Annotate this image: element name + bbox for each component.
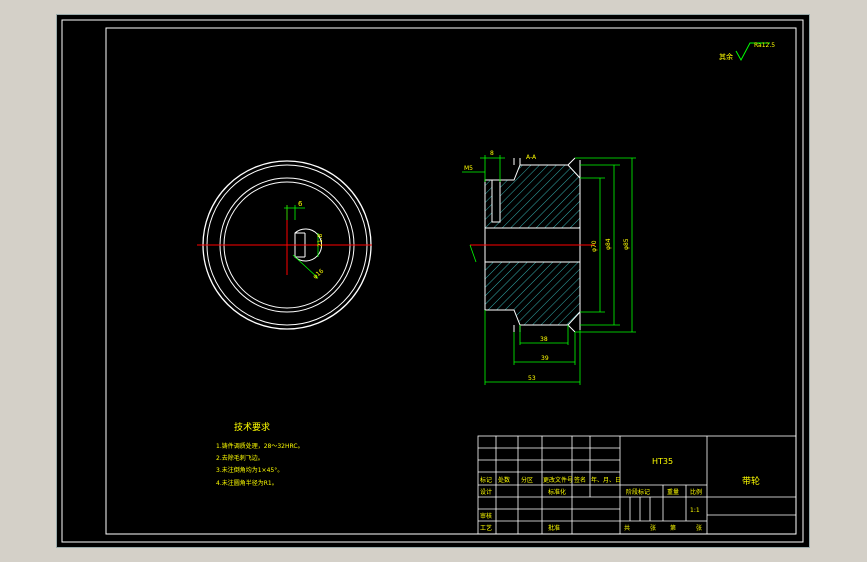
tb-scale-label: 比例	[690, 488, 702, 496]
tb-label: 更改文件号	[543, 476, 573, 484]
tb-process: 工艺	[480, 524, 492, 532]
tb-total: 共	[624, 524, 630, 532]
dim-key-width: 6	[298, 200, 303, 208]
tb-part-name: 带轮	[742, 475, 760, 487]
dim-m: M5	[464, 165, 473, 172]
tb-label: 处数	[498, 476, 510, 484]
tb-standardized: 标准化	[548, 488, 566, 496]
outer-frame	[61, 19, 804, 543]
dim-dia-70: φ70	[591, 240, 598, 252]
tb-scale: 1:1	[690, 507, 700, 514]
tech-item: 2.去除毛刺飞边。	[216, 454, 264, 462]
cad-canvas: 其余 Ra12.5 6 21.8 φ16 8 A-A M5 38 39 53 φ…	[61, 19, 804, 543]
dim-top-width: 8	[490, 150, 494, 157]
tb-label: 年、月、日	[591, 476, 621, 484]
tb-unit2: 张	[696, 524, 702, 532]
front-view: 6 21.8 φ16	[197, 160, 372, 330]
tech-item: 4.未注圆角半径为R1。	[216, 479, 278, 487]
dim-hole: φ16	[312, 268, 326, 281]
tb-label: 签名	[574, 476, 586, 484]
tb-label: 标记	[480, 476, 492, 484]
dim-length-53: 53	[528, 375, 536, 382]
tech-title: 技术要求	[234, 421, 270, 433]
tb-unit: 张	[650, 524, 656, 532]
tb-approve: 批准	[548, 524, 560, 532]
section-view: 8 A-A M5 38 39 53 φ70 φ84 φ85	[462, 150, 636, 385]
tb-material: HT35	[652, 457, 673, 466]
tech-requirements: 技术要求 1.铸件调质处理，28～32HRC。 2.去除毛刺飞边。 3.未注倒角…	[216, 421, 304, 487]
tb-label: 分区	[521, 476, 533, 484]
roughness-symbol: 其余 Ra12.5	[719, 42, 775, 62]
dim-length-39: 39	[541, 355, 549, 362]
tb-checker: 审核	[480, 512, 492, 520]
dim-dia-84: φ84	[605, 238, 612, 250]
tb-weight: 重量	[667, 488, 679, 496]
roughness-label: 其余	[719, 52, 733, 61]
tb-stage: 阶段标记	[626, 488, 650, 496]
dim-length-38: 38	[540, 336, 548, 343]
section-label: A-A	[526, 154, 537, 161]
dim-key-depth: 21.8	[317, 233, 324, 247]
tech-item: 1.铸件调质处理，28～32HRC。	[216, 442, 304, 450]
inner-frame	[105, 27, 797, 535]
roughness-value: Ra12.5	[754, 42, 775, 49]
tb-designer: 设计	[480, 488, 492, 496]
dim-dia-85: φ85	[623, 238, 630, 250]
tech-item: 3.未注倒角均为1×45°。	[216, 466, 283, 474]
tb-sheet-no: 第	[670, 524, 676, 532]
